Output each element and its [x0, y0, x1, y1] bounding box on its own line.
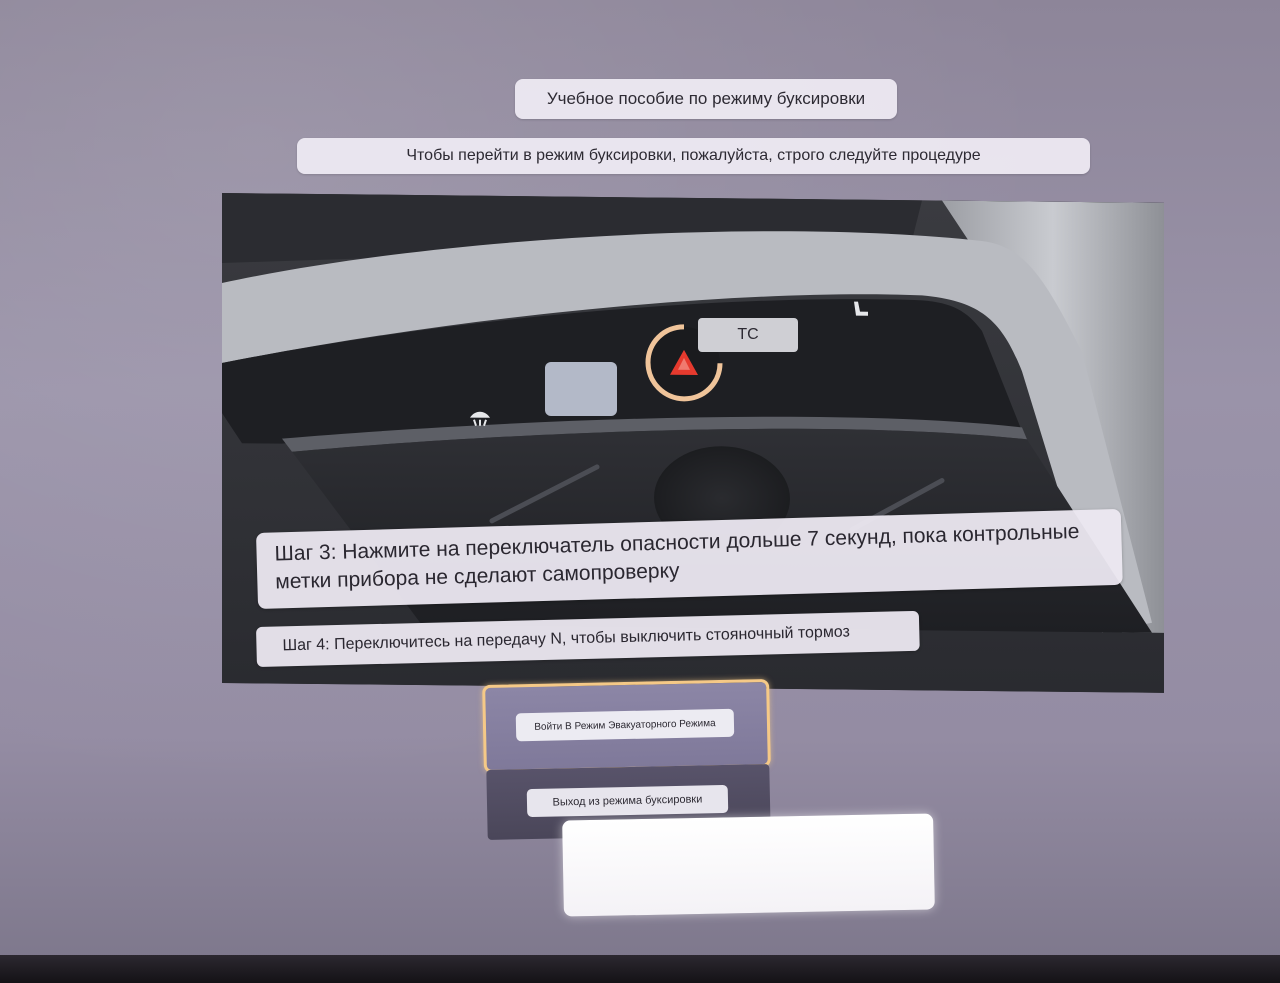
confirm-button[interactable]: [562, 813, 935, 917]
enter-tow-mode-button[interactable]: Войти В Режим Эвакуаторного Режима: [482, 679, 771, 773]
page-title: Учебное пособие по режиму буксировки: [515, 79, 897, 119]
page-subtitle: Чтобы перейти в режим буксировки, пожалу…: [297, 138, 1090, 174]
screen-bezel: [0, 955, 1280, 983]
tc-label: ТС: [698, 318, 798, 352]
redacted-overlay: [545, 362, 617, 416]
enter-tow-mode-label: Войти В Режим Эвакуаторного Режима: [515, 708, 735, 742]
exit-tow-mode-label: Выход из режима буксировки: [526, 784, 729, 818]
